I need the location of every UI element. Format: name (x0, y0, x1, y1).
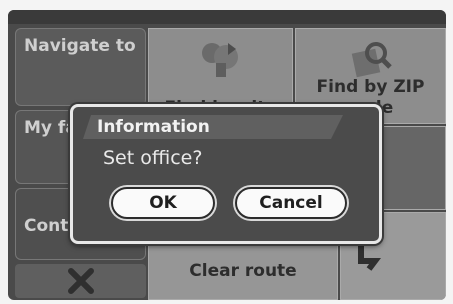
cancel-button[interactable]: Cancel (235, 187, 347, 219)
information-dialog: Information Set office? OK Cancel (70, 104, 382, 244)
dialog-message: Set office? (103, 147, 203, 169)
ok-button[interactable]: OK (111, 187, 215, 219)
dialog-title: Information (83, 115, 343, 139)
dialog-overlay: Information Set office? OK Cancel (0, 0, 453, 304)
